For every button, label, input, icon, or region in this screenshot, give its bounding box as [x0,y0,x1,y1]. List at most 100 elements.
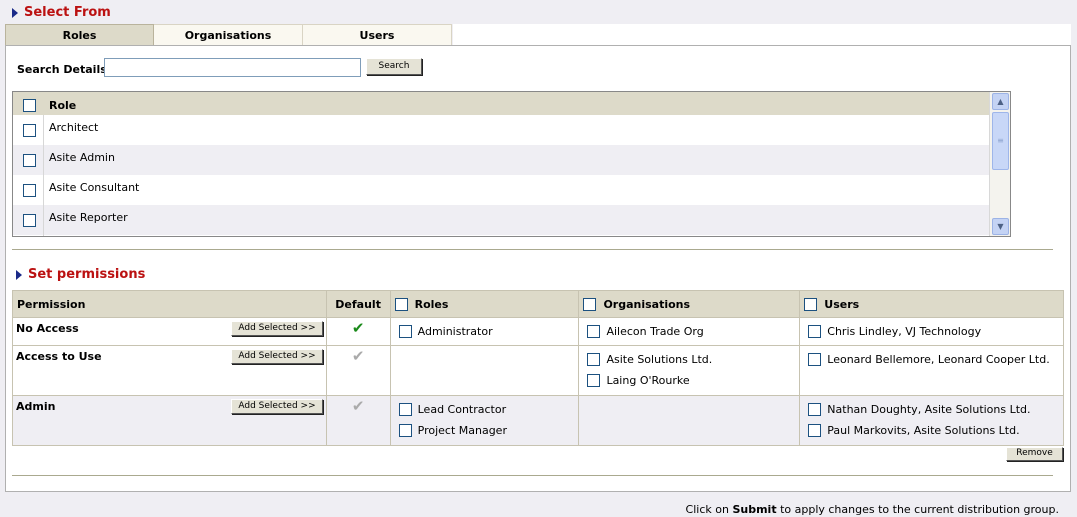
entry-checkbox[interactable] [587,374,601,387]
organisations-select-all-checkbox[interactable] [583,297,597,311]
permission-cell: Access to Use Add Selected >> [12,345,327,396]
organisations-header-text: Organisations [603,297,691,311]
add-selected-button[interactable]: Add Selected >> [231,399,323,414]
entry-label: Ailecon Trade Org [606,325,704,338]
entry-label: Leonard Bellemore, Leonard Cooper Ltd. [827,353,1050,366]
entry-checkbox[interactable] [808,325,822,338]
list-item[interactable]: Asite Admin [13,145,989,175]
entry-checkbox[interactable] [808,353,822,366]
table-header-row: Permission Default Roles Organisations U… [12,290,1064,318]
select-all-roles-checkbox[interactable] [23,99,36,112]
tab-organisations[interactable]: Organisations [154,24,303,46]
default-check-icon[interactable]: ✔ [327,397,390,415]
divider [12,475,1053,477]
entry-checkbox[interactable] [398,424,412,437]
set-permissions-title-text: Set permissions [28,267,146,282]
entry-label: Nathan Doughty, Asite Solutions Ltd. [827,403,1031,416]
entry-checkbox[interactable] [398,403,412,416]
entry-label: Administrator [417,325,493,338]
list-item: Nathan Doughty, Asite Solutions Ltd. [808,403,1031,416]
list-item: Lead Contractor [398,403,507,416]
permission-name: Admin [16,400,56,413]
default-cell: ✔ [325,317,391,346]
list-item: Ailecon Trade Org [587,325,704,338]
default-check-icon[interactable]: ✔ [327,347,390,365]
entry-checkbox[interactable] [398,325,412,338]
table-row: No Access Add Selected >> ✔ Administrato… [12,317,1064,346]
list-item[interactable]: Asite Reporter [13,205,989,235]
role-list: Role Architect Asite Admin Asite Consult… [12,91,1011,237]
role-checkbox[interactable] [23,184,36,197]
entry-label: Laing O'Rourke [606,374,690,387]
default-cell: ✔ [325,345,391,396]
list-item: Project Manager [398,424,507,437]
list-item[interactable]: Architect [13,115,989,145]
search-button[interactable]: Search [366,58,422,75]
role-checkbox[interactable] [23,124,36,137]
entry-label: Asite Solutions Ltd. [606,353,713,366]
footer-hint: Click on Submit to apply changes to the … [686,503,1059,516]
list-item[interactable]: Asite Consultant [13,175,989,205]
roles-cell [389,345,580,396]
entry-checkbox[interactable] [587,325,601,338]
scroll-down-icon[interactable]: ▼ [992,218,1009,235]
users-cell: Chris Lindley, VJ Technology [799,317,1064,346]
search-label: Search Details: [17,63,112,76]
add-selected-button[interactable]: Add Selected >> [231,321,323,336]
permission-name: No Access [16,322,79,335]
column-divider [43,115,44,236]
divider [12,249,1053,251]
role-list-scrollbar[interactable]: ▲ ≡ ▼ [989,92,1010,236]
entry-checkbox[interactable] [587,353,601,366]
organisations-column-header: Organisations [578,290,801,318]
roles-column-header: Roles [389,290,580,318]
role-name: Asite Consultant [49,181,140,194]
list-item: Laing O'Rourke [587,374,690,387]
role-list-header: Role [13,92,989,115]
roles-header-text: Roles [414,297,449,311]
roles-select-all-checkbox[interactable] [394,297,408,311]
entry-checkbox[interactable] [808,403,822,416]
add-selected-button[interactable]: Add Selected >> [231,349,323,364]
users-select-all-checkbox[interactable] [804,297,818,311]
permission-cell: Admin Add Selected >> [12,395,327,446]
list-item: Leonard Bellemore, Leonard Cooper Ltd. [808,353,1050,366]
users-column-header: Users [799,290,1064,318]
default-check-icon[interactable]: ✔ [327,319,390,337]
select-from-title: Select From [12,5,111,20]
scroll-thumb[interactable]: ≡ [992,112,1009,170]
role-checkbox[interactable] [23,154,36,167]
footer-prefix: Click on [685,503,729,516]
table-row: Access to Use Add Selected >> ✔ Asite So… [12,345,1064,396]
role-name: Architect [49,121,99,134]
users-header-text: Users [824,297,860,311]
role-checkbox[interactable] [23,214,36,227]
entry-label: Project Manager [417,424,507,437]
search-input[interactable] [104,58,361,77]
triangle-right-icon [16,269,22,280]
default-header-text: Default [335,297,381,311]
entry-label: Chris Lindley, VJ Technology [827,325,982,338]
remove-button[interactable]: Remove [1006,447,1063,461]
permission-cell: No Access Add Selected >> [12,317,327,346]
scroll-up-icon[interactable]: ▲ [992,93,1009,110]
role-name: Asite Admin [49,151,115,164]
users-cell: Nathan Doughty, Asite Solutions Ltd. Pau… [799,395,1064,446]
entry-checkbox[interactable] [808,424,822,437]
footer-suffix: to apply changes to the current distribu… [780,503,1059,516]
default-column-header: Default [325,290,391,318]
entry-label: Lead Contractor [417,403,507,416]
role-column-header: Role [49,99,77,112]
organisations-cell [578,395,801,446]
list-item: Administrator [398,325,493,338]
list-item: Asite Solutions Ltd. [587,353,712,366]
tab-roles[interactable]: Roles [5,24,154,46]
permissions-table: Permission Default Roles Organisations U… [12,290,1064,446]
roles-cell: Lead Contractor Project Manager [389,395,580,446]
set-permissions-title: Set permissions [16,267,145,282]
organisations-cell: Ailecon Trade Org [578,317,801,346]
role-name: Asite Reporter [49,211,128,224]
tab-users[interactable]: Users [303,24,452,46]
permission-column-header: Permission [12,290,327,318]
tab-strip-fill [453,24,1071,45]
